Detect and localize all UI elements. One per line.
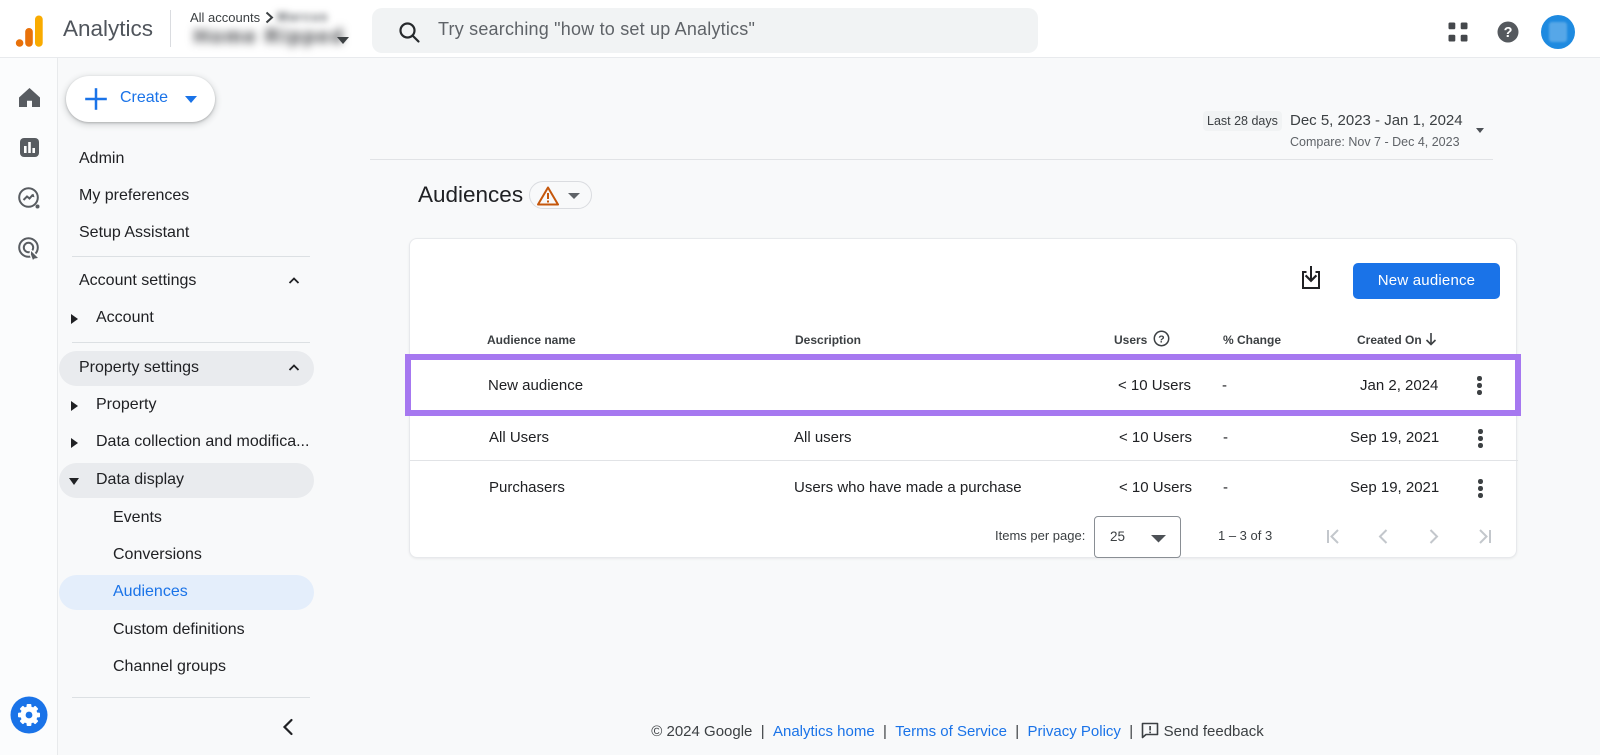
svg-text:?: ? [1504,25,1513,41]
svg-text:?: ? [1158,333,1164,345]
